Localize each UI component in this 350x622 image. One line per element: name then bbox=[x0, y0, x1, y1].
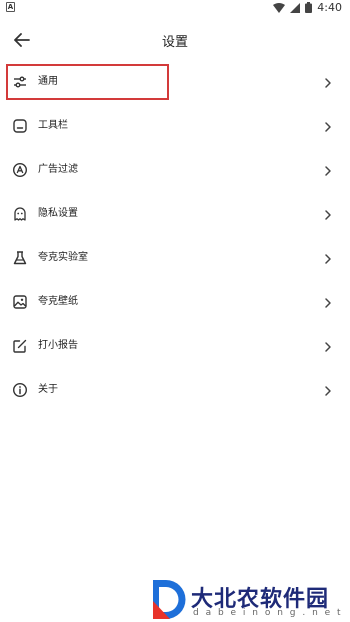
settings-item-label: 广告过滤 bbox=[38, 164, 78, 175]
watermark-logo bbox=[153, 580, 186, 619]
settings-item-ad-filter[interactable]: 广告过滤 bbox=[0, 148, 350, 192]
chevron-right-icon bbox=[324, 75, 332, 89]
wallpaper-icon bbox=[12, 294, 28, 310]
settings-item-label: 通用 bbox=[38, 76, 58, 87]
chevron-right-icon bbox=[324, 295, 332, 309]
settings-item-privacy[interactable]: 隐私设置 bbox=[0, 192, 350, 236]
ad-filter-icon bbox=[12, 162, 28, 178]
report-icon bbox=[12, 338, 28, 354]
page-title: 设置 bbox=[161, 35, 188, 50]
chevron-right-icon bbox=[324, 119, 332, 133]
settings-item-wallpaper[interactable]: 夸克壁纸 bbox=[0, 280, 350, 324]
settings-item-toolbar[interactable]: 工具栏 bbox=[0, 104, 350, 148]
settings-menu: 通用 工具栏 广告过滤 隐私设置 夸克实验室 夸克壁纸 打小报告 关于 bbox=[0, 60, 350, 412]
settings-item-label: 关于 bbox=[38, 384, 58, 395]
settings-item-label: 夸克壁纸 bbox=[38, 296, 78, 307]
settings-item-general[interactable]: 通用 bbox=[0, 60, 350, 104]
sliders-icon bbox=[12, 74, 28, 90]
notification-icon: A bbox=[6, 2, 15, 12]
chevron-right-icon bbox=[324, 251, 332, 265]
watermark: 大北农软件园 d a b e i n o n g . n e t bbox=[150, 577, 350, 622]
settings-item-lab[interactable]: 夸克实验室 bbox=[0, 236, 350, 280]
settings-item-label: 隐私设置 bbox=[38, 208, 78, 219]
chevron-right-icon bbox=[324, 207, 332, 221]
settings-item-about[interactable]: 关于 bbox=[0, 368, 350, 412]
wifi-icon bbox=[273, 2, 286, 13]
chevron-right-icon bbox=[324, 339, 332, 353]
privacy-icon bbox=[12, 206, 28, 222]
status-icons: 4:40 bbox=[273, 1, 342, 14]
flask-icon bbox=[12, 250, 28, 266]
settings-item-label: 工具栏 bbox=[38, 120, 68, 131]
chevron-right-icon bbox=[324, 383, 332, 397]
settings-item-report[interactable]: 打小报告 bbox=[0, 324, 350, 368]
selection-highlight bbox=[6, 64, 169, 100]
settings-item-label: 夸克实验室 bbox=[38, 252, 88, 263]
app-header: 设置 bbox=[0, 20, 350, 60]
toolbar-icon bbox=[12, 118, 28, 134]
status-bar: A 4:40 bbox=[0, 0, 350, 16]
signal-icon bbox=[290, 2, 301, 13]
status-time: 4:40 bbox=[317, 1, 342, 14]
watermark-url: d a b e i n o n g . n e t bbox=[193, 608, 343, 618]
settings-item-label: 打小报告 bbox=[38, 340, 78, 351]
chevron-right-icon bbox=[324, 163, 332, 177]
battery-icon bbox=[305, 2, 313, 13]
info-icon bbox=[12, 382, 28, 398]
